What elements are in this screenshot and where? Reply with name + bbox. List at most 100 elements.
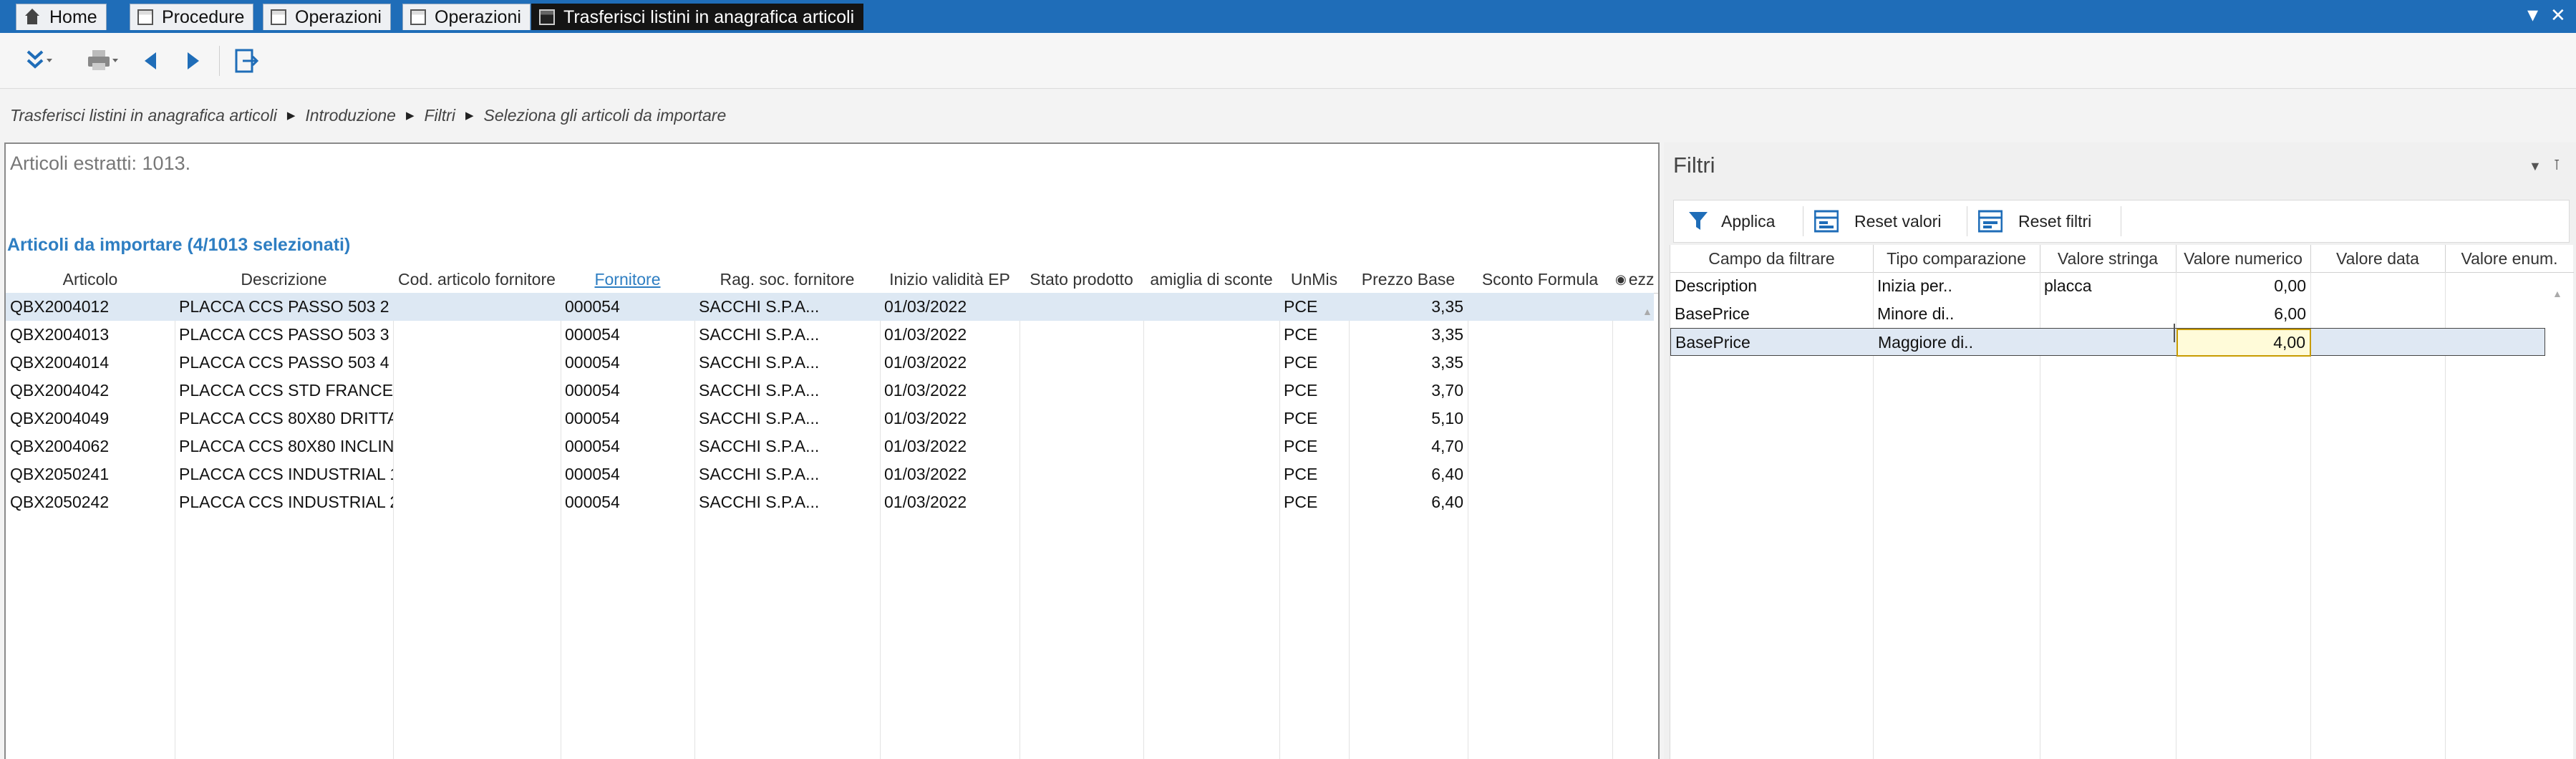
column-header-tipo-comparazione[interactable]: Tipo comparazione [1873, 245, 2040, 273]
document-icon [137, 9, 153, 25]
cell-cod-articolo-fornitore [393, 377, 561, 405]
cell-sconto-formula [1468, 432, 1612, 460]
cell-rag-soc-fornitore: SACCHI S.P.A... [699, 325, 820, 344]
reset-filters-icon [1978, 210, 2003, 233]
breadcrumb-item-filtri[interactable]: Filtri [425, 106, 455, 125]
filter-cell-valore-enum[interactable] [2446, 329, 2546, 357]
exit-button[interactable] [231, 43, 263, 79]
cell-articolo: QBX2050242 [10, 493, 110, 511]
scroll-up-icon[interactable]: ▲ [2552, 288, 2562, 299]
cell-sconto-formula [1468, 460, 1612, 488]
cell-stato-prodotto [1020, 321, 1143, 349]
filter-row[interactable]: BasePrice Minore di.. 6,00 [1670, 300, 2544, 328]
column-header-cod-articolo-fornitore[interactable]: Cod. articolo fornitore [393, 266, 561, 294]
exit-icon [235, 49, 259, 73]
filter-cell-campo[interactable]: Description [1670, 272, 1873, 300]
table-row[interactable]: QBX2004012 PLACCA CCS PASSO 503 2 F 000054… [6, 293, 1654, 321]
column-header-rag-soc-fornitore[interactable]: Rag. soc. fornitore [694, 266, 881, 294]
filter-cell-campo[interactable]: BasePrice [1671, 329, 1874, 357]
filter-cell-valore-enum[interactable] [2445, 272, 2545, 300]
table-row[interactable]: QBX2050241 PLACCA CCS INDUSTRIAL 1 000054 S… [6, 460, 1654, 488]
filter-cell-tipo-comparazione[interactable]: Minore di.. [1873, 300, 2040, 328]
cell-stato-prodotto [1020, 460, 1143, 488]
cell-famiglia-sconto [1143, 293, 1279, 321]
apply-button[interactable]: Applica [1688, 200, 1775, 242]
table-row[interactable]: QBX2050242 PLACCA CCS INDUSTRIAL 2 000054 S… [6, 488, 1654, 516]
tab-home[interactable]: Home [16, 4, 107, 30]
forward-button[interactable] [179, 43, 208, 79]
filter-cell-campo[interactable]: BasePrice [1670, 300, 1873, 328]
cell-prezzo-base: 4,70 [1431, 437, 1463, 455]
tab-operazioni-1[interactable]: Operazioni [263, 4, 391, 30]
column-header-articolo[interactable]: Articolo [6, 266, 175, 294]
back-button[interactable] [136, 43, 165, 79]
column-header-valore-stringa[interactable]: Valore stringa [2040, 245, 2176, 273]
column-header-campo[interactable]: Campo da filtrare [1670, 245, 1874, 273]
cell-stato-prodotto [1020, 405, 1143, 432]
cell-fornitore: 000054 [565, 437, 620, 455]
filter-cell-valore-stringa[interactable] [2040, 300, 2176, 328]
filter-cell-tipo-comparazione[interactable]: Inizia per.. [1873, 272, 2040, 300]
column-header-descrizione[interactable]: Descrizione [175, 266, 394, 294]
filter-row[interactable]: Description Inizia per.. placca 0,00 [1670, 272, 2544, 300]
cell-fornitore: 000054 [565, 353, 620, 372]
tabs-dropdown-icon[interactable]: ▾ [2527, 4, 2538, 26]
column-header-prezzo[interactable]: ◉ ezz [1612, 266, 1657, 294]
filter-cell-valore-data[interactable] [2311, 329, 2446, 357]
scroll-up-icon[interactable]: ▲ [1642, 306, 1652, 317]
expand-menu-button[interactable] [14, 43, 64, 79]
cell-stato-prodotto [1020, 349, 1143, 377]
column-header-sconto-formula[interactable]: Sconto Formula [1468, 266, 1613, 294]
home-icon [24, 9, 41, 26]
table-row[interactable]: QBX2004013 PLACCA CCS PASSO 503 3 F 000054… [6, 321, 1654, 349]
breadcrumb-item-introduzione[interactable]: Introduzione [305, 106, 396, 125]
column-header-famiglia-sconto[interactable]: amiglia di sconte [1143, 266, 1280, 294]
filter-cell-valore-enum[interactable] [2445, 300, 2545, 328]
table-row[interactable]: QBX2004049 PLACCA CCS 80X80 DRITTA 000054 S… [6, 405, 1654, 432]
filter-cell-valore-stringa[interactable]: placca [2040, 272, 2176, 300]
column-header-fornitore[interactable]: Fornitore [561, 266, 695, 294]
reset-filters-button[interactable]: Reset filtri [1978, 200, 2091, 242]
reset-values-icon [1814, 210, 1839, 233]
filter-cell-valore-data[interactable] [2310, 272, 2445, 300]
filter-numeric-input[interactable]: 4,00 [2176, 329, 2311, 357]
cell-famiglia-sconto [1143, 377, 1279, 405]
cell-descrizione: PLACCA CCS 80X80 DRITTA [179, 409, 393, 427]
breadcrumb-arrow-icon: ▶ [465, 110, 474, 122]
filter-row[interactable]: BasePrice Maggiore di.. 4,00 [1670, 328, 2546, 357]
filter-cell-valore-data[interactable] [2310, 300, 2445, 328]
cell-articolo: QBX2004014 [10, 353, 110, 372]
cell-unmis: PCE [1284, 325, 1318, 344]
filter-cell-valore-stringa[interactable] [2040, 329, 2176, 357]
reset-values-button[interactable]: Reset valori [1814, 200, 1941, 242]
cell-fornitore: 000054 [565, 409, 620, 427]
pin-icon[interactable]: ⊺ [2553, 156, 2560, 174]
column-header-stato-prodotto[interactable]: Stato prodotto [1020, 266, 1144, 294]
tab-procedure[interactable]: Procedure [130, 4, 254, 30]
filter-cell-valore-numerico[interactable]: 6,00 [2176, 300, 2310, 328]
close-icon[interactable]: ✕ [2550, 4, 2566, 26]
column-header-inizio-validita[interactable]: Inizio validità EP [880, 266, 1020, 294]
column-header-valore-enum[interactable]: Valore enum. [2445, 245, 2574, 273]
cell-famiglia-sconto [1143, 432, 1279, 460]
table-row[interactable]: QBX2004014 PLACCA CCS PASSO 503 4 F 000054… [6, 349, 1654, 377]
column-header-unmis[interactable]: UnMis [1279, 266, 1350, 294]
cell-cod-articolo-fornitore [393, 293, 561, 321]
cell-prezzo-base: 3,35 [1431, 353, 1463, 372]
cell-articolo: QBX2004062 [10, 437, 110, 455]
panel-menu-icon[interactable]: ▼ [2529, 159, 2542, 174]
tab-operazioni-2[interactable]: Operazioni [402, 4, 531, 30]
arrow-right-icon [188, 52, 199, 69]
column-header-valore-data[interactable]: Valore data [2310, 245, 2446, 273]
filter-cell-valore-numerico[interactable]: 0,00 [2176, 272, 2310, 300]
breadcrumb-item-trasferisci[interactable]: Trasferisci listini in anagrafica artico… [10, 106, 277, 125]
cell-sconto-formula [1468, 321, 1612, 349]
filter-cell-tipo-comparazione[interactable]: Maggiore di.. [1874, 329, 2040, 357]
table-row[interactable]: QBX2004042 PLACCA CCS STD FRANCES 000054 SA… [6, 377, 1654, 405]
column-header-valore-numerico[interactable]: Valore numerico [2176, 245, 2311, 273]
extract-count-label: Articoli estratti: 1013. [10, 153, 191, 174]
print-button[interactable] [77, 43, 127, 79]
column-header-prezzo-base[interactable]: Prezzo Base [1349, 266, 1468, 294]
table-row[interactable]: QBX2004062 PLACCA CCS 80X80 INCLIN/000054… [6, 432, 1654, 460]
tab-trasferisci-listini[interactable]: Trasferisci listini in anagrafica artico… [531, 4, 864, 30]
